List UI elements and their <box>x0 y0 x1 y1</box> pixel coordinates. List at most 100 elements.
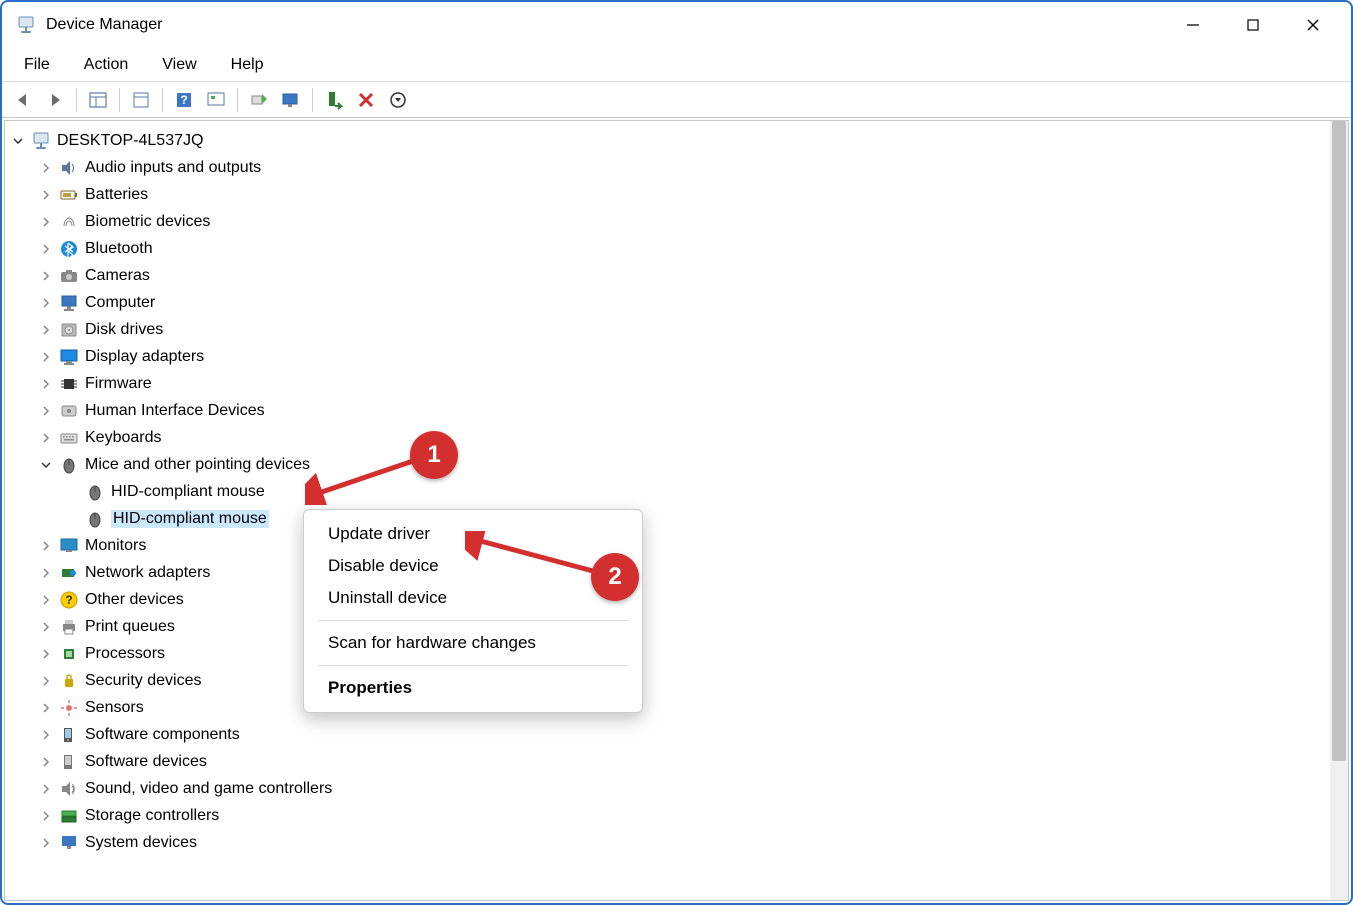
tree-category[interactable]: Mice and other pointing devices <box>9 451 1326 478</box>
tool-properties[interactable] <box>126 86 156 114</box>
chevron-right-icon[interactable] <box>37 591 55 609</box>
chevron-right-icon[interactable] <box>37 159 55 177</box>
chevron-right-icon[interactable] <box>37 321 55 339</box>
tree-category[interactable]: Computer <box>9 289 1326 316</box>
content-area: DESKTOP-4L537JQ Audio inputs and outputs… <box>4 120 1349 901</box>
maximize-button[interactable] <box>1223 5 1283 45</box>
tree-category[interactable]: Security devices <box>9 667 1326 694</box>
tool-update-driver[interactable] <box>244 86 274 114</box>
tree-category-label: Monitors <box>85 537 146 555</box>
tool-scan[interactable] <box>276 86 306 114</box>
chevron-right-icon[interactable] <box>37 537 55 555</box>
tree-device[interactable]: HID-compliant mouse <box>9 505 1326 532</box>
chevron-right-icon[interactable] <box>37 780 55 798</box>
chevron-right-icon[interactable] <box>37 267 55 285</box>
chevron-right-icon[interactable] <box>37 213 55 231</box>
chevron-down-icon[interactable] <box>9 132 27 150</box>
tree-category[interactable]: Firmware <box>9 370 1326 397</box>
tool-disable[interactable] <box>383 86 413 114</box>
chevron-right-icon[interactable] <box>37 753 55 771</box>
scrollbar-thumb[interactable] <box>1332 121 1346 761</box>
tree-category[interactable]: ? Other devices <box>9 586 1326 613</box>
tree-category[interactable]: Bluetooth <box>9 235 1326 262</box>
chevron-down-icon[interactable] <box>37 456 55 474</box>
app-icon <box>16 15 36 35</box>
chevron-right-icon[interactable] <box>37 186 55 204</box>
chevron-right-icon[interactable] <box>37 348 55 366</box>
security-icon <box>59 671 79 691</box>
context-menu-separator <box>318 665 628 666</box>
annotation-badge-1: 1 <box>410 431 458 479</box>
tree-root-label: DESKTOP-4L537JQ <box>57 132 203 150</box>
tree-category[interactable]: Software components <box>9 721 1326 748</box>
tree-category[interactable]: Storage controllers <box>9 802 1326 829</box>
context-menu-item[interactable]: Scan for hardware changes <box>304 627 642 659</box>
tree-category[interactable]: Print queues <box>9 613 1326 640</box>
menu-help[interactable]: Help <box>217 52 278 78</box>
tree-category[interactable]: Cameras <box>9 262 1326 289</box>
printer-icon <box>59 617 79 637</box>
tree-device[interactable]: HID-compliant mouse <box>9 478 1326 505</box>
close-button[interactable] <box>1283 5 1343 45</box>
context-menu-item[interactable]: Uninstall device <box>304 582 642 614</box>
chevron-right-icon[interactable] <box>37 699 55 717</box>
forward-button[interactable] <box>40 86 70 114</box>
tree-category[interactable]: Sound, video and game controllers <box>9 775 1326 802</box>
tree-category[interactable]: Sensors <box>9 694 1326 721</box>
device-tree[interactable]: DESKTOP-4L537JQ Audio inputs and outputs… <box>5 121 1330 900</box>
chevron-right-icon[interactable] <box>37 807 55 825</box>
nic-icon <box>59 563 79 583</box>
titlebar: Device Manager <box>2 2 1351 48</box>
tree-category-label: Computer <box>85 294 155 312</box>
tree-category[interactable]: Display adapters <box>9 343 1326 370</box>
chevron-right-icon[interactable] <box>37 645 55 663</box>
tree-category-label: Software components <box>85 726 240 744</box>
chevron-right-icon[interactable] <box>37 402 55 420</box>
tree-category[interactable]: Monitors <box>9 532 1326 559</box>
annotation-badge-2-label: 2 <box>608 563 621 591</box>
tree-category[interactable]: Batteries <box>9 181 1326 208</box>
tree-category[interactable]: Human Interface Devices <box>9 397 1326 424</box>
hid-icon <box>59 401 79 421</box>
menu-action[interactable]: Action <box>70 52 142 78</box>
tree-category[interactable]: Audio inputs and outputs <box>9 154 1326 181</box>
chevron-right-icon[interactable] <box>37 726 55 744</box>
back-button[interactable] <box>8 86 38 114</box>
tree-root[interactable]: DESKTOP-4L537JQ <box>9 127 1326 154</box>
tool-action[interactable] <box>201 86 231 114</box>
tree-category-label: Keyboards <box>85 429 162 447</box>
chevron-right-icon[interactable] <box>37 429 55 447</box>
tree-category[interactable]: Processors <box>9 640 1326 667</box>
context-menu-item[interactable]: Properties <box>304 672 642 704</box>
tree-category[interactable]: Disk drives <box>9 316 1326 343</box>
tree-category-label: Batteries <box>85 186 148 204</box>
chevron-right-icon[interactable] <box>37 672 55 690</box>
minimize-button[interactable] <box>1163 5 1223 45</box>
mouse-icon <box>59 455 79 475</box>
tree-category-label: Network adapters <box>85 564 210 582</box>
tool-enable[interactable] <box>319 86 349 114</box>
chevron-right-icon[interactable] <box>37 375 55 393</box>
tool-uninstall[interactable] <box>351 86 381 114</box>
chevron-right-icon[interactable] <box>37 834 55 852</box>
tree-category-label: Human Interface Devices <box>85 402 265 420</box>
menubar: File Action View Help <box>2 48 1351 82</box>
tree-category[interactable]: Keyboards <box>9 424 1326 451</box>
menu-file[interactable]: File <box>10 52 64 78</box>
speaker-icon <box>59 158 79 178</box>
tree-device-label: HID-compliant mouse <box>111 483 265 501</box>
tree-category[interactable]: Network adapters <box>9 559 1326 586</box>
chevron-right-icon[interactable] <box>37 618 55 636</box>
menu-view[interactable]: View <box>148 52 210 78</box>
chevron-right-icon[interactable] <box>37 564 55 582</box>
chevron-right-icon[interactable] <box>37 294 55 312</box>
tree-category[interactable]: Software devices <box>9 748 1326 775</box>
hdd-icon <box>59 320 79 340</box>
tree-category[interactable]: Biometric devices <box>9 208 1326 235</box>
tool-show-hide-tree[interactable] <box>83 86 113 114</box>
tree-category-label: Print queues <box>85 618 175 636</box>
chevron-right-icon[interactable] <box>37 240 55 258</box>
tree-category[interactable]: System devices <box>9 829 1326 856</box>
scrollbar-vertical[interactable] <box>1330 121 1348 900</box>
tool-help[interactable]: ? <box>169 86 199 114</box>
